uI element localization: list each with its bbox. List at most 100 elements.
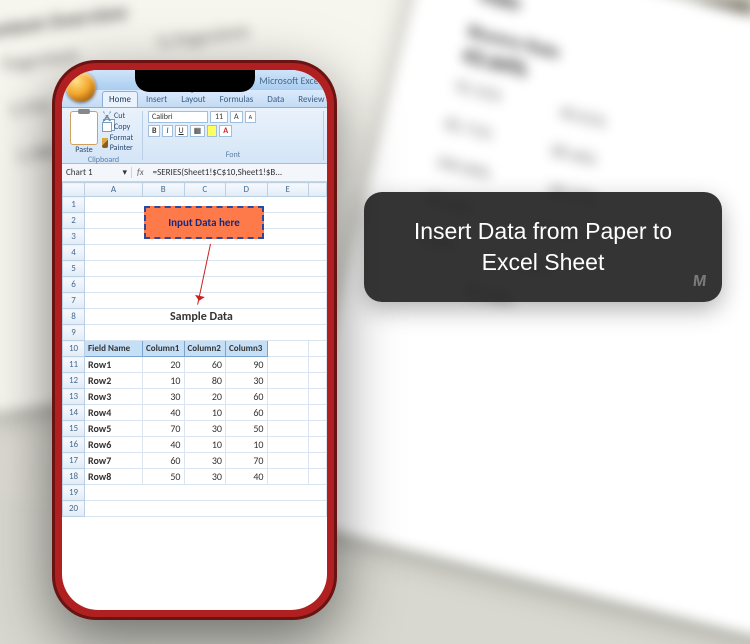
office-button[interactable]: [66, 72, 96, 102]
cell[interactable]: [85, 501, 327, 517]
cut-button[interactable]: Cut: [102, 111, 137, 121]
col-header[interactable]: C: [184, 183, 226, 197]
cell[interactable]: 50: [143, 469, 185, 485]
cell[interactable]: Row2: [85, 373, 143, 389]
format-painter-button[interactable]: Format Painter: [102, 133, 137, 153]
row-header[interactable]: 7: [63, 293, 85, 309]
copy-button[interactable]: Copy: [102, 122, 137, 132]
row-header[interactable]: 8: [63, 309, 85, 325]
row-header[interactable]: 14: [63, 405, 85, 421]
cell[interactable]: 40: [143, 405, 185, 421]
fill-color-button[interactable]: [207, 125, 217, 137]
col-header[interactable]: A: [85, 183, 143, 197]
cell[interactable]: 50: [226, 421, 268, 437]
row-header[interactable]: 17: [63, 453, 85, 469]
cell[interactable]: [85, 325, 327, 341]
cell[interactable]: 20: [143, 357, 185, 373]
table-header[interactable]: Column1: [143, 341, 185, 357]
font-size-select[interactable]: 11: [210, 111, 228, 123]
cell[interactable]: 80: [184, 373, 226, 389]
italic-button[interactable]: I: [162, 125, 172, 137]
row-header[interactable]: 1: [63, 197, 85, 213]
row-header[interactable]: 9: [63, 325, 85, 341]
border-button[interactable]: ▦: [190, 125, 206, 137]
cell[interactable]: [267, 373, 309, 389]
tab-formulas[interactable]: Formulas: [214, 92, 260, 107]
underline-button[interactable]: U: [175, 125, 188, 137]
cell[interactable]: 70: [226, 453, 268, 469]
cell[interactable]: 60: [143, 453, 185, 469]
row-header[interactable]: 10: [63, 341, 85, 357]
row-header[interactable]: 13: [63, 389, 85, 405]
cell[interactable]: [309, 357, 327, 373]
cell[interactable]: 30: [184, 469, 226, 485]
col-header[interactable]: E: [267, 183, 309, 197]
tab-home[interactable]: Home: [102, 91, 138, 107]
row-header[interactable]: 6: [63, 277, 85, 293]
cell[interactable]: [309, 469, 327, 485]
cell[interactable]: [309, 453, 327, 469]
tab-review[interactable]: Review: [292, 92, 327, 107]
cell[interactable]: Row7: [85, 453, 143, 469]
cell[interactable]: 60: [226, 389, 268, 405]
row-header[interactable]: 11: [63, 357, 85, 373]
table-header[interactable]: Column3: [226, 341, 268, 357]
row-header[interactable]: 4: [63, 245, 85, 261]
col-header[interactable]: D: [226, 183, 268, 197]
tab-insert[interactable]: Insert: [140, 92, 173, 107]
cell[interactable]: 10: [226, 437, 268, 453]
cell[interactable]: [267, 469, 309, 485]
tab-data[interactable]: Data: [261, 92, 290, 107]
cell[interactable]: [267, 341, 309, 357]
cell[interactable]: [309, 389, 327, 405]
fx-icon[interactable]: fx: [132, 167, 149, 178]
cell[interactable]: [85, 485, 327, 501]
cell[interactable]: Row8: [85, 469, 143, 485]
formula-input[interactable]: =SERIES(Sheet1!$C$10,Sheet1!$B...: [149, 167, 327, 178]
cell[interactable]: [309, 373, 327, 389]
cell[interactable]: Row4: [85, 405, 143, 421]
cell[interactable]: 90: [226, 357, 268, 373]
cell[interactable]: Row1: [85, 357, 143, 373]
cell[interactable]: [309, 341, 327, 357]
row-header[interactable]: 18: [63, 469, 85, 485]
cell[interactable]: [267, 453, 309, 469]
paste-button[interactable]: [70, 111, 98, 145]
cell[interactable]: [267, 357, 309, 373]
select-all-corner[interactable]: [63, 183, 85, 197]
cell[interactable]: [85, 293, 327, 309]
cell[interactable]: [309, 405, 327, 421]
row-header[interactable]: 16: [63, 437, 85, 453]
cell[interactable]: [85, 277, 327, 293]
bold-button[interactable]: B: [148, 125, 160, 137]
cell[interactable]: Row3: [85, 389, 143, 405]
cell[interactable]: [309, 437, 327, 453]
table-header[interactable]: Field Name: [85, 341, 143, 357]
cell[interactable]: 20: [184, 389, 226, 405]
col-header[interactable]: [309, 183, 327, 197]
col-header[interactable]: B: [143, 183, 185, 197]
row-header[interactable]: 19: [63, 485, 85, 501]
row-header[interactable]: 2: [63, 213, 85, 229]
font-name-select[interactable]: Calibri: [148, 111, 208, 123]
row-header[interactable]: 3: [63, 229, 85, 245]
cell[interactable]: 30: [184, 421, 226, 437]
worksheet-grid[interactable]: Input Data here Sample Data A B C D E: [62, 182, 327, 517]
cell[interactable]: 30: [184, 453, 226, 469]
row-header[interactable]: 20: [63, 501, 85, 517]
cell[interactable]: 10: [143, 373, 185, 389]
shrink-font-button[interactable]: A: [245, 111, 256, 123]
row-header[interactable]: 5: [63, 261, 85, 277]
cell[interactable]: [267, 405, 309, 421]
cell[interactable]: 10: [184, 437, 226, 453]
cell[interactable]: [267, 437, 309, 453]
cell[interactable]: [267, 389, 309, 405]
row-header[interactable]: 15: [63, 421, 85, 437]
cell[interactable]: 30: [143, 389, 185, 405]
row-header[interactable]: 12: [63, 373, 85, 389]
cell[interactable]: 60: [184, 357, 226, 373]
cell[interactable]: 40: [226, 469, 268, 485]
cell[interactable]: [267, 421, 309, 437]
table-header[interactable]: Column2: [184, 341, 226, 357]
cell[interactable]: 10: [184, 405, 226, 421]
